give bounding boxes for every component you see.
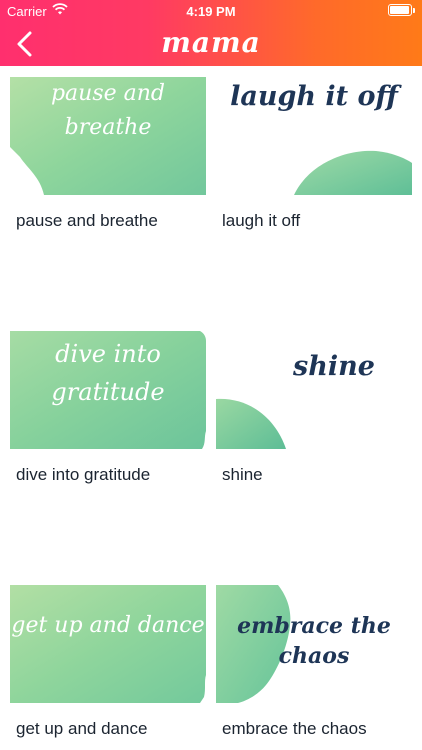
grid-item-dive-into-gratitude[interactable]: dive into gratitude dive into gratitude	[10, 331, 206, 484]
item-label: embrace the chaos	[222, 719, 367, 738]
thumbnail-dive-into-gratitude[interactable]: dive into gratitude	[10, 331, 206, 449]
thumbnail-text: shine	[293, 351, 375, 382]
status-bar: Carrier 4:19 PM	[0, 0, 422, 22]
page-title: mama	[161, 26, 261, 59]
grid-item-laugh-it-off[interactable]: laugh it off laugh it off	[216, 77, 412, 230]
screen: Carrier 4:19 PM mama pause and breathe p…	[0, 0, 422, 750]
thumbnail-text: laugh it off	[230, 81, 398, 112]
thumbnail-text: get up and dance	[11, 613, 205, 638]
thumbnail-embrace-the-chaos[interactable]: embrace the chaos	[216, 585, 412, 703]
item-label: dive into gratitude	[16, 465, 151, 484]
watercolor-wash	[10, 585, 206, 703]
thumbnail-shine[interactable]: shine	[216, 331, 412, 449]
grid-item-shine[interactable]: shine shine	[216, 331, 412, 484]
thumbnail-get-up-and-dance[interactable]: get up and dance	[10, 585, 206, 703]
battery-icon	[388, 4, 415, 16]
thumbnail-text: pause and breathe	[50, 81, 166, 140]
status-time: 4:19 PM	[186, 4, 236, 19]
thumbnail-pause-and-breathe[interactable]: pause and breathe	[10, 77, 206, 195]
thumbnail-text: dive into gratitude	[51, 340, 165, 406]
grid-item-get-up-and-dance[interactable]: get up and dance get up and dance	[10, 585, 206, 738]
watercolor-wash	[216, 398, 286, 449]
item-label: laugh it off	[222, 211, 301, 230]
grid-item-embrace-the-chaos[interactable]: embrace the chaos embrace the chaos	[216, 585, 412, 738]
thumbnail-laugh-it-off[interactable]: laugh it off	[216, 77, 412, 195]
item-label: shine	[222, 465, 263, 484]
navigation-bar: Carrier 4:19 PM mama	[0, 0, 422, 66]
thumbnail-text: embrace the chaos	[237, 613, 391, 669]
item-label: get up and dance	[16, 719, 148, 738]
item-label: pause and breathe	[16, 211, 158, 230]
grid-item-pause-and-breathe[interactable]: pause and breathe pause and breathe	[10, 77, 206, 230]
